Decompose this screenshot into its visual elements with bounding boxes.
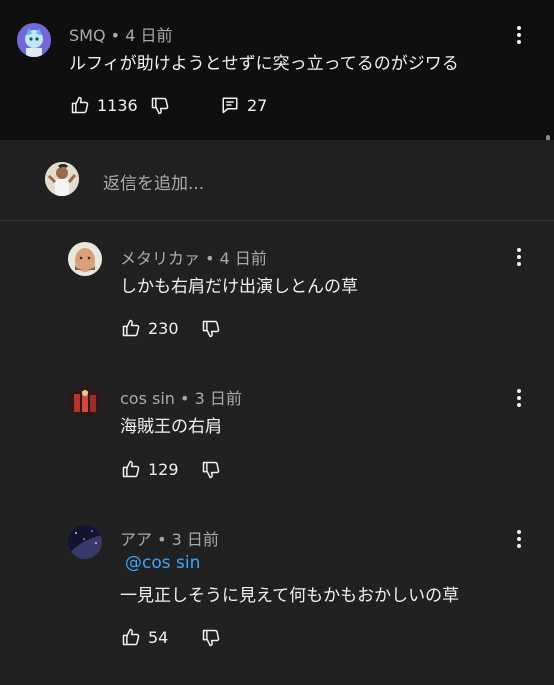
meta-separator: •: [205, 249, 215, 268]
more-options-icon[interactable]: [516, 25, 522, 45]
comment-author[interactable]: cos sin: [120, 389, 175, 408]
meta-separator: •: [110, 26, 121, 45]
avatar[interactable]: [68, 384, 102, 418]
comment-author[interactable]: アア: [120, 530, 152, 549]
mention-link[interactable]: @cos sin: [125, 553, 200, 573]
avatar: [45, 162, 79, 196]
like-icon[interactable]: [121, 318, 141, 338]
comment-meta: メタリカァ • 4 日前: [120, 245, 267, 269]
comment-author[interactable]: SMQ: [69, 26, 106, 45]
meta-separator: •: [180, 389, 190, 408]
comment-text: しかも右肩だけ出演しとんの草: [120, 277, 358, 297]
reply-input-bar[interactable]: 返信を追加...: [0, 140, 554, 221]
like-count: 54: [148, 628, 169, 647]
more-options-icon[interactable]: [516, 529, 522, 549]
comment-text: ルフィが助けようとせずに突っ立ってるのがジワる: [69, 54, 459, 74]
comment-time[interactable]: 4 日前: [125, 26, 172, 45]
more-options-icon[interactable]: [516, 247, 522, 267]
comment-text: 一見正しそうに見えて何もかもおかしいの草: [120, 586, 460, 606]
comment-meta: アア • 3 日前: [120, 526, 219, 550]
list-item: cos sin • 3 日前 海賊王の右肩 129: [0, 362, 554, 502]
reply-icon[interactable]: [221, 96, 239, 114]
avatar[interactable]: [17, 23, 51, 57]
dislike-icon[interactable]: [150, 96, 170, 116]
comment-meta: cos sin • 3 日前: [120, 385, 242, 409]
dislike-icon[interactable]: [201, 460, 221, 480]
like-count: 129: [148, 460, 179, 479]
list-item: メタリカァ • 4 日前 しかも右肩だけ出演しとんの草 230: [0, 221, 554, 361]
list-item: アア • 3 日前 @cos sin 一見正しそうに見えて何もかもおかしいの草 …: [0, 503, 554, 685]
comment-author[interactable]: メタリカァ: [120, 249, 200, 268]
reply-input[interactable]: 返信を追加...: [103, 169, 204, 194]
avatar[interactable]: [68, 525, 102, 559]
comment-time[interactable]: 3 日前: [172, 530, 219, 549]
dislike-icon[interactable]: [201, 628, 221, 648]
like-count: 230: [148, 319, 179, 338]
comment-time[interactable]: 4 日前: [220, 249, 267, 268]
meta-separator: •: [157, 530, 167, 549]
comment-meta: SMQ • 4 日前: [69, 22, 172, 46]
avatar[interactable]: [68, 242, 102, 276]
like-icon[interactable]: [121, 627, 141, 647]
comment-time[interactable]: 3 日前: [195, 389, 242, 408]
comment-text: 海賊王の右肩: [120, 417, 222, 437]
more-options-icon[interactable]: [516, 388, 522, 408]
top-comment: SMQ • 4 日前 ルフィが助けようとせずに突っ立ってるのがジワる 1136 …: [0, 0, 554, 140]
like-icon[interactable]: [121, 459, 141, 479]
reply-count[interactable]: 27: [247, 96, 267, 115]
like-icon[interactable]: [70, 95, 90, 115]
like-count: 1136: [97, 96, 138, 115]
dislike-icon[interactable]: [201, 319, 221, 339]
